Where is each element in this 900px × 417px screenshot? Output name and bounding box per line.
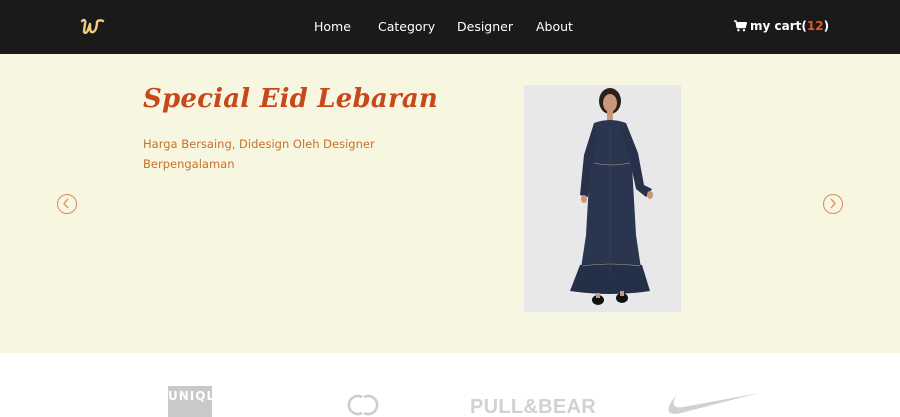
- hero-carousel: Special Eid Lebaran Harga Bersaing, Dide…: [0, 54, 900, 353]
- cart-close-paren: ): [823, 19, 830, 33]
- brand-logos-strip: UNIQLO PULL&BEAR: [0, 353, 900, 417]
- nike-swoosh-icon[interactable]: [661, 389, 761, 417]
- nav-home[interactable]: Home: [314, 19, 351, 34]
- shopping-cart-icon: [734, 20, 748, 35]
- nav-about[interactable]: About: [536, 19, 573, 34]
- cart-label: my cart: [750, 19, 802, 33]
- cart-button[interactable]: my cart(12): [734, 19, 829, 35]
- carousel-prev-button[interactable]: [57, 194, 77, 214]
- cart-count-badge: 12: [806, 19, 824, 33]
- chanel-logo-icon[interactable]: [346, 393, 380, 417]
- uniqlo-logo-text: UNIQLO: [168, 389, 226, 403]
- hero-title: Special Eid Lebaran: [143, 84, 439, 114]
- hero-subtitle: Harga Bersaing, Didesign Oleh Designer B…: [143, 137, 375, 171]
- uniqlo-logo[interactable]: UNIQLO: [168, 386, 226, 417]
- hero-product-image: [524, 85, 681, 312]
- nav-category[interactable]: Category: [378, 19, 435, 34]
- top-navbar: Home Category Designer About my cart(12): [0, 0, 900, 54]
- carousel-next-button[interactable]: [823, 194, 843, 214]
- nav-designer[interactable]: Designer: [457, 19, 513, 34]
- pull-and-bear-logo[interactable]: PULL&BEAR: [470, 396, 596, 417]
